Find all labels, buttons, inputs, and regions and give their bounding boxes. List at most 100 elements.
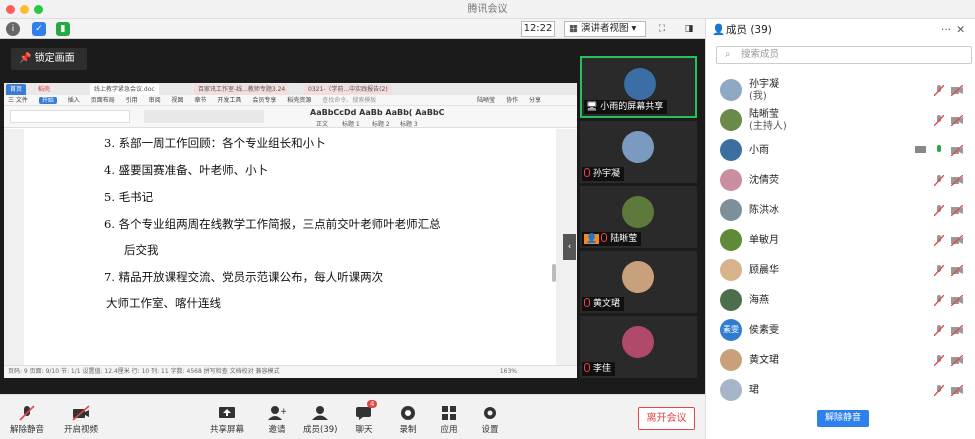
format-buttons[interactable] xyxy=(144,110,264,123)
member-row[interactable]: 孙宇凝 (我) xyxy=(706,76,975,106)
mic-muted-icon[interactable] xyxy=(933,84,945,97)
mic-muted-icon[interactable] xyxy=(933,174,945,187)
more-icon[interactable]: ··· xyxy=(941,19,951,41)
video-off-icon[interactable] xyxy=(950,114,964,127)
menu-insert[interactable]: 插入 xyxy=(68,97,80,104)
view-mode-dropdown[interactable]: ▦ 演讲者视图 ▾ xyxy=(564,21,646,37)
video-off-icon[interactable] xyxy=(950,234,964,247)
close-window-button[interactable] xyxy=(6,5,15,14)
doc-tab-4[interactable]: 0321-（学前...中实践报告(2) xyxy=(304,84,392,95)
doc-tab-active[interactable]: 线上教学紧急会议.doc xyxy=(90,84,159,95)
avatar xyxy=(720,349,742,371)
maximize-window-button[interactable] xyxy=(34,5,43,14)
member-row[interactable]: 黄文珺 xyxy=(706,346,975,376)
mic-muted-icon[interactable] xyxy=(933,324,945,337)
member-row[interactable]: 素雯 侯素雯 xyxy=(706,316,975,346)
style-h2[interactable]: 标题 2 xyxy=(372,119,390,128)
video-off-icon[interactable] xyxy=(950,354,964,367)
thumbnail-tile[interactable]: 👤 陆晰莹 xyxy=(580,186,697,248)
settings-button[interactable]: 设置 xyxy=(481,405,499,435)
style-h3[interactable]: 标题 3 xyxy=(400,119,418,128)
members-panel: 👤 成员 (39) ··· ✕ ⌕ 搜索成员 孙宇凝 (我) 陆晰莹 (主持人) 小雨沈… xyxy=(705,19,975,439)
record-button[interactable]: 录制 xyxy=(399,405,417,435)
video-off-icon[interactable] xyxy=(950,264,964,277)
mic-muted-icon[interactable] xyxy=(933,294,945,307)
doc-line: 6. 各个专业组两周在线教学工作简报，三点前交叶老师叶老师汇总 xyxy=(104,217,441,231)
video-off-icon[interactable] xyxy=(950,324,964,337)
member-row[interactable]: 顾晨华 xyxy=(706,256,975,286)
style-h1[interactable]: 标题 1 xyxy=(342,119,360,128)
share-screen-button[interactable]: 共享屏幕 xyxy=(210,405,244,435)
member-name: 沈倩荧 xyxy=(749,175,779,186)
member-row[interactable]: 海燕 xyxy=(706,286,975,316)
mic-muted-icon xyxy=(584,298,590,307)
start-video-button[interactable]: 开启视频 xyxy=(64,405,98,435)
menu-resources[interactable]: 稻壳资源 xyxy=(287,97,311,104)
member-row[interactable]: 小雨 xyxy=(706,136,975,166)
doc-zoom[interactable]: 163% xyxy=(500,366,517,378)
video-off-icon[interactable] xyxy=(950,144,964,157)
unmute-all-button[interactable]: 解除静音 xyxy=(817,410,869,427)
doc-tab-daoke[interactable]: 稻壳 xyxy=(34,84,54,95)
fullscreen-icon[interactable]: ⛶ xyxy=(655,22,669,36)
video-off-icon[interactable] xyxy=(950,204,964,217)
mic-muted-icon[interactable] xyxy=(933,114,945,127)
mic-muted-icon[interactable] xyxy=(933,264,945,277)
menu-view[interactable]: 视图 xyxy=(172,97,184,104)
menu-developer[interactable]: 开发工具 xyxy=(217,97,241,104)
member-row[interactable]: 沈倩荧 xyxy=(706,166,975,196)
doc-scrollbar[interactable] xyxy=(552,264,556,282)
shield-icon[interactable]: ✓ xyxy=(32,22,46,36)
mic-muted-icon[interactable] xyxy=(933,384,945,397)
apps-button[interactable]: 应用 xyxy=(440,405,458,435)
mic-muted-icon[interactable] xyxy=(933,234,945,247)
video-off-icon[interactable] xyxy=(950,84,964,97)
member-row[interactable]: 单敏月 xyxy=(706,226,975,256)
leave-meeting-button[interactable]: 离开会议 xyxy=(638,407,695,430)
mic-muted-icon[interactable] xyxy=(933,204,945,217)
members-button[interactable]: 成员(39) xyxy=(303,405,337,435)
thumbnail-tile[interactable]: 黄文珺 xyxy=(580,251,697,313)
menu-reference[interactable]: 引用 xyxy=(126,97,138,104)
menu-start[interactable]: 开始 xyxy=(38,97,57,104)
menu-user[interactable]: 陆晰莹 xyxy=(477,97,495,104)
collapse-thumbnails-button[interactable]: ‹ xyxy=(563,234,576,260)
minimize-window-button[interactable] xyxy=(20,5,29,14)
video-off-icon[interactable] xyxy=(950,174,964,187)
mic-icon[interactable] xyxy=(934,145,944,156)
signal-icon[interactable]: ▮ xyxy=(56,22,70,36)
member-row[interactable]: 陆晰莹 (主持人) xyxy=(706,106,975,136)
menu-chapter[interactable]: 章节 xyxy=(194,97,206,104)
info-icon[interactable]: i xyxy=(6,22,20,36)
menu-layout[interactable]: 页面布局 xyxy=(91,97,115,104)
menu-search[interactable]: 查找命令、搜索模板 xyxy=(322,97,376,104)
member-search-input[interactable]: ⌕ 搜索成员 xyxy=(716,46,972,64)
video-off-icon[interactable] xyxy=(950,294,964,307)
doc-tab-home[interactable]: 首页 xyxy=(6,84,27,95)
video-off-icon xyxy=(72,405,90,421)
thumbnail-tile[interactable]: 🖥 小雨的屏幕共享 xyxy=(580,56,697,118)
menu-file[interactable]: 三 文件 xyxy=(8,97,28,104)
member-name: 顾晨华 xyxy=(749,265,779,276)
invite-button[interactable]: + 邀请 xyxy=(268,405,288,435)
chat-button[interactable]: 4 聊天 xyxy=(355,400,378,435)
menu-collab[interactable]: 协作 xyxy=(506,97,518,104)
users-icon xyxy=(311,405,329,421)
mic-muted-icon[interactable] xyxy=(933,354,945,367)
member-row[interactable]: 珺 xyxy=(706,376,975,406)
video-off-icon[interactable] xyxy=(950,384,964,397)
thumbnail-tile[interactable]: 孙宇凝 xyxy=(580,121,697,183)
style-preview[interactable]: AaBbCcDd AaBb AaBb( AaBbC xyxy=(310,108,445,117)
sidebar-toggle-icon[interactable]: ◨ xyxy=(682,22,696,36)
menu-review[interactable]: 审阅 xyxy=(149,97,161,104)
menu-share[interactable]: 分享 xyxy=(529,97,541,104)
font-selector[interactable] xyxy=(10,110,130,123)
doc-tab-3[interactable]: 百家讯工作室-线...教师专题3.24 xyxy=(194,84,290,95)
style-normal[interactable]: 正文 xyxy=(316,119,328,128)
thumbnail-tile[interactable]: 李佳 xyxy=(580,316,697,378)
close-icon[interactable]: ✕ xyxy=(956,19,965,41)
unmute-button[interactable]: 解除静音 xyxy=(10,405,44,435)
menu-vip[interactable]: 会员专享 xyxy=(252,97,276,104)
lock-screen-button[interactable]: 📌 锁定画面 xyxy=(11,48,87,70)
member-row[interactable]: 陈洪冰 xyxy=(706,196,975,226)
